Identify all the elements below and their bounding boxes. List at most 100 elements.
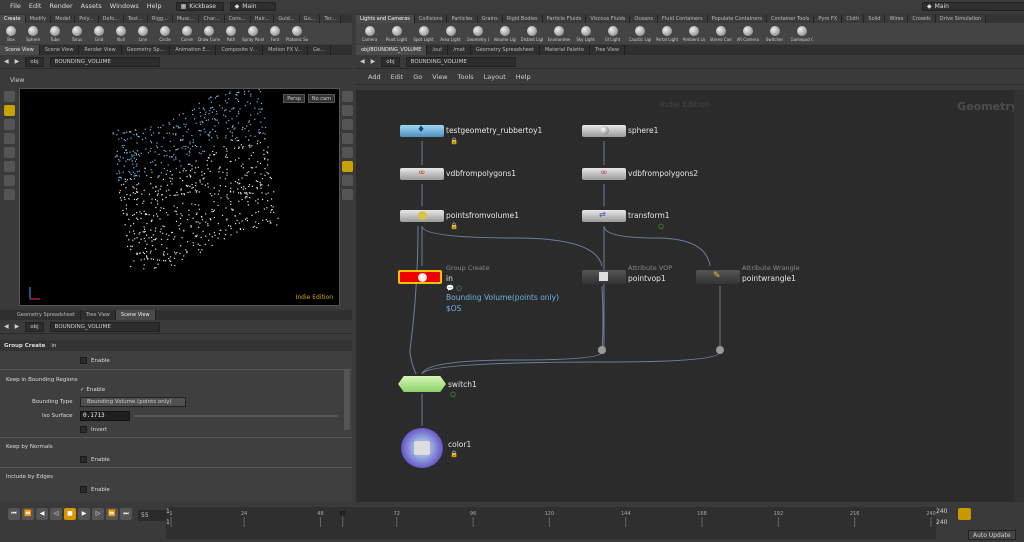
step-back-icon[interactable]: ⏪ (22, 508, 34, 520)
tool-grid[interactable]: Grid (88, 23, 110, 44)
perspective-menu[interactable]: Persp (283, 94, 305, 103)
net-menu-layout[interactable]: Layout (484, 73, 506, 81)
shelf-tab[interactable]: Rigid Bodies (502, 15, 543, 23)
node-pointvop1[interactable] (582, 270, 626, 284)
check-icon[interactable]: ✓ (80, 387, 85, 393)
viewport-canvas[interactable]: Persp No cam Indie Edition (19, 86, 340, 306)
camera-menu[interactable]: No cam (307, 94, 335, 103)
display-option-icon[interactable] (341, 133, 353, 144)
path-root[interactable]: obj (25, 56, 44, 67)
menu-render[interactable]: Render (45, 2, 76, 10)
display-option-icon[interactable] (341, 189, 353, 200)
tool-box[interactable]: Box (0, 23, 22, 44)
tool-distant-light[interactable]: Distant Light (518, 23, 545, 44)
node-testgeometry-rubbertoy1[interactable]: ♦ (400, 125, 444, 137)
forward-arrow-icon[interactable]: ▶ (15, 323, 20, 330)
menu-assets[interactable]: Assets (77, 2, 106, 10)
back-arrow-icon[interactable]: ◀ (4, 323, 9, 330)
tool-sphere[interactable]: Sphere (22, 23, 44, 44)
shelf-tab-create[interactable]: Create (0, 15, 26, 23)
section-keep-normals[interactable]: Keep by Normals (6, 444, 358, 450)
menu-help[interactable]: Help (143, 2, 166, 10)
go-end-icon[interactable]: ⏭ (120, 508, 132, 520)
tool-camera[interactable]: Camera (356, 23, 383, 44)
stop-icon[interactable]: ■ (64, 508, 76, 520)
path-node[interactable]: BOUNDING_VOLUME (49, 56, 160, 67)
tool-switcher[interactable]: Switcher (761, 23, 788, 44)
shelf-tab[interactable]: Guid... (274, 15, 300, 23)
tool-area-light[interactable]: Area Light (437, 23, 464, 44)
tool-environment-light[interactable]: Environment Light (545, 23, 572, 44)
node-in-group-create[interactable] (398, 270, 442, 284)
timeline-track[interactable]: 1 24 48 55 72 96 120 144 168 192 216 240 (166, 507, 936, 539)
pane-tab[interactable]: Animation E... (170, 45, 217, 55)
shelf-tab[interactable]: Fluid Containers (658, 15, 708, 23)
desktop-select[interactable]: ▦ Kickbase (175, 1, 224, 11)
shelf-tab[interactable]: Populate Containers (707, 15, 767, 23)
shelf-tab[interactable]: Text... (123, 15, 148, 23)
path-root[interactable]: obj (381, 56, 400, 67)
play-icon[interactable]: ▶ (78, 508, 90, 520)
shelf-tab[interactable]: Particle Fluids (542, 15, 587, 23)
section-keep-bounding[interactable]: Keep in Bounding Regions (6, 377, 358, 383)
display-option-icon[interactable] (341, 161, 353, 172)
iso-surface-field[interactable]: 0.1713 (80, 411, 130, 421)
view-tool-icon[interactable] (3, 119, 15, 130)
iso-surface-slider[interactable] (134, 415, 338, 417)
play-back-icon[interactable]: ◁ (50, 508, 62, 520)
tool-portal-light[interactable]: Portal Light (653, 23, 680, 44)
shelf-tab[interactable]: Model (51, 15, 76, 23)
session-select-right[interactable]: ◆ Main (922, 1, 1024, 11)
shelf-tab[interactable]: Char... (199, 15, 225, 23)
path-node[interactable]: BOUNDING_VOLUME (405, 56, 516, 67)
pane-tab-material-palette[interactable]: Material Palette (540, 45, 591, 55)
tool-spray-paint[interactable]: Spray Paint (242, 23, 264, 44)
tool-draw-curve[interactable]: Draw Curve (198, 23, 220, 44)
node-pointsfromvolume1[interactable] (400, 210, 444, 222)
tool-font[interactable]: Font (264, 23, 286, 44)
pane-tab[interactable]: Ge... (308, 45, 331, 55)
tool-path[interactable]: Path (220, 23, 242, 44)
node-transform1[interactable]: ⇄ (582, 210, 626, 222)
pane-tab-scene-view[interactable]: Scene View (0, 45, 40, 55)
shelf-tab-lights[interactable]: Lights and Cameras (356, 15, 415, 23)
node-name-field[interactable]: in (51, 343, 56, 349)
tool-tube[interactable]: Tube (44, 23, 66, 44)
net-menu-help[interactable]: Help (516, 73, 531, 81)
tool-vr-camera[interactable]: VR Camera (734, 23, 761, 44)
shelf-tab[interactable]: Particles (447, 15, 478, 23)
display-option-icon[interactable] (341, 147, 353, 158)
pane-tab-tree-view[interactable]: Tree View (81, 310, 116, 320)
key-icon[interactable] (958, 508, 971, 520)
tool-gi-light[interactable]: GI Light (599, 23, 626, 44)
tool-null[interactable]: Null (110, 23, 132, 44)
pane-tab[interactable]: Composite V... (216, 45, 264, 55)
shelf-tab[interactable]: Gu... (299, 15, 321, 23)
pane-tab-geometry-spreadsheet[interactable]: Geometry Spreadsheet (12, 310, 82, 320)
menu-edit[interactable]: Edit (25, 2, 46, 10)
pane-tab-scene-view[interactable]: Scene View (115, 310, 156, 320)
end-frame[interactable]: 240 (936, 508, 947, 515)
snap-tool-icon[interactable] (3, 189, 15, 200)
pane-tab[interactable]: Render View (79, 45, 122, 55)
tool-curve[interactable]: Curve (176, 23, 198, 44)
net-menu-add[interactable]: Add (368, 73, 381, 81)
scale-tool-icon[interactable] (3, 161, 15, 172)
select-tool-icon[interactable] (3, 91, 15, 102)
tool-point-light[interactable]: Point Light (383, 23, 410, 44)
pane-tab[interactable]: Motion FX V... (263, 45, 309, 55)
display-option-icon[interactable] (341, 175, 353, 186)
bounding-type-select[interactable]: Bounding Volume (points only) (80, 397, 186, 407)
shelf-tab[interactable]: Modify (25, 15, 52, 23)
forward-arrow-icon[interactable]: ▶ (371, 58, 376, 65)
auto-update-menu[interactable]: Auto Update (968, 530, 1016, 540)
shelf-tab[interactable]: Ter... (320, 15, 342, 23)
pose-tool-icon[interactable] (3, 175, 15, 186)
menu-file[interactable]: File (6, 2, 25, 10)
shelf-tab[interactable]: Solid (864, 15, 886, 23)
shelf-tab[interactable]: Pyro FX (814, 15, 843, 23)
pane-tab-tree-view[interactable]: Tree View (590, 45, 625, 55)
step-forward-icon[interactable]: ⏩ (106, 508, 118, 520)
shelf-tab[interactable]: Viscous Fluids (586, 15, 631, 23)
shelf-tab[interactable]: Cloth (842, 15, 865, 23)
